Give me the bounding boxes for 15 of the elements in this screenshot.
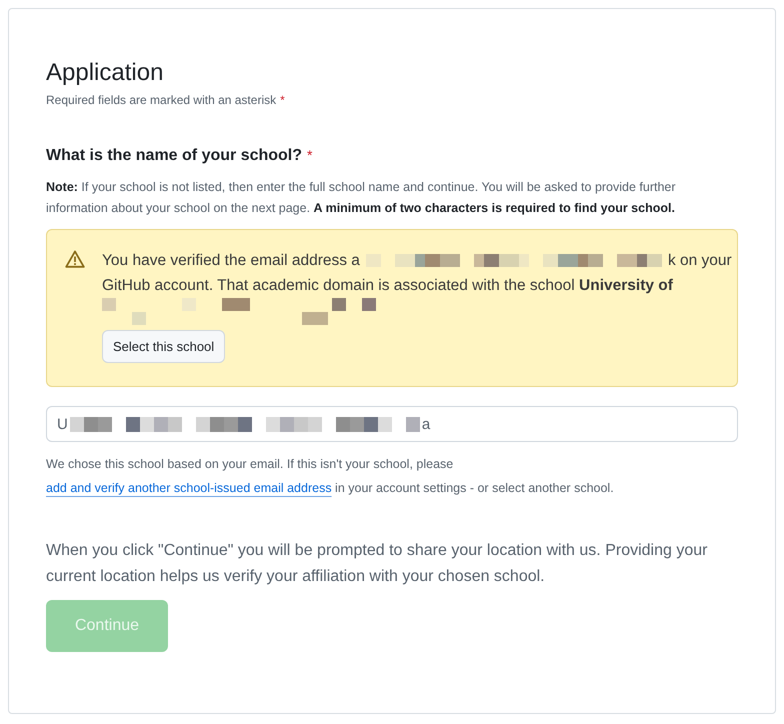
school-input-field[interactable]: U a [46,406,738,442]
required-asterisk: * [307,147,312,165]
required-hint: Required fields are marked with an asterisk [46,93,276,107]
select-school-button[interactable]: Select this school [102,330,226,363]
location-note: When you click "Continue" you will be prompted to share your location with us. Providing your current location helps us verify your affiliation with your chosen school. [46,541,708,587]
alert-text: GitHub account. That academic domain is associated with the school University of [102,277,673,294]
help-text: We chose this school based on your email. If this isn't your school, please add and verify another school-issued email address in your account settings - or select another school. [46,456,615,497]
question-label: What is the name of your school? [46,147,302,165]
form-title: Application [46,59,164,87]
warning-icon [65,250,85,268]
required-asterisk: * [280,93,285,107]
settings-link[interactable]: add and verify another school-issued email address [46,481,332,495]
note-text: Note: If your school is not listed, then enter the full school name and continue. You will be asked to provide further information about your school on the next page. A minimum of two characters is required to find your school. [46,179,677,217]
alert-text: k on your [668,251,732,271]
alert-text: You have verified the email address a [102,251,360,271]
